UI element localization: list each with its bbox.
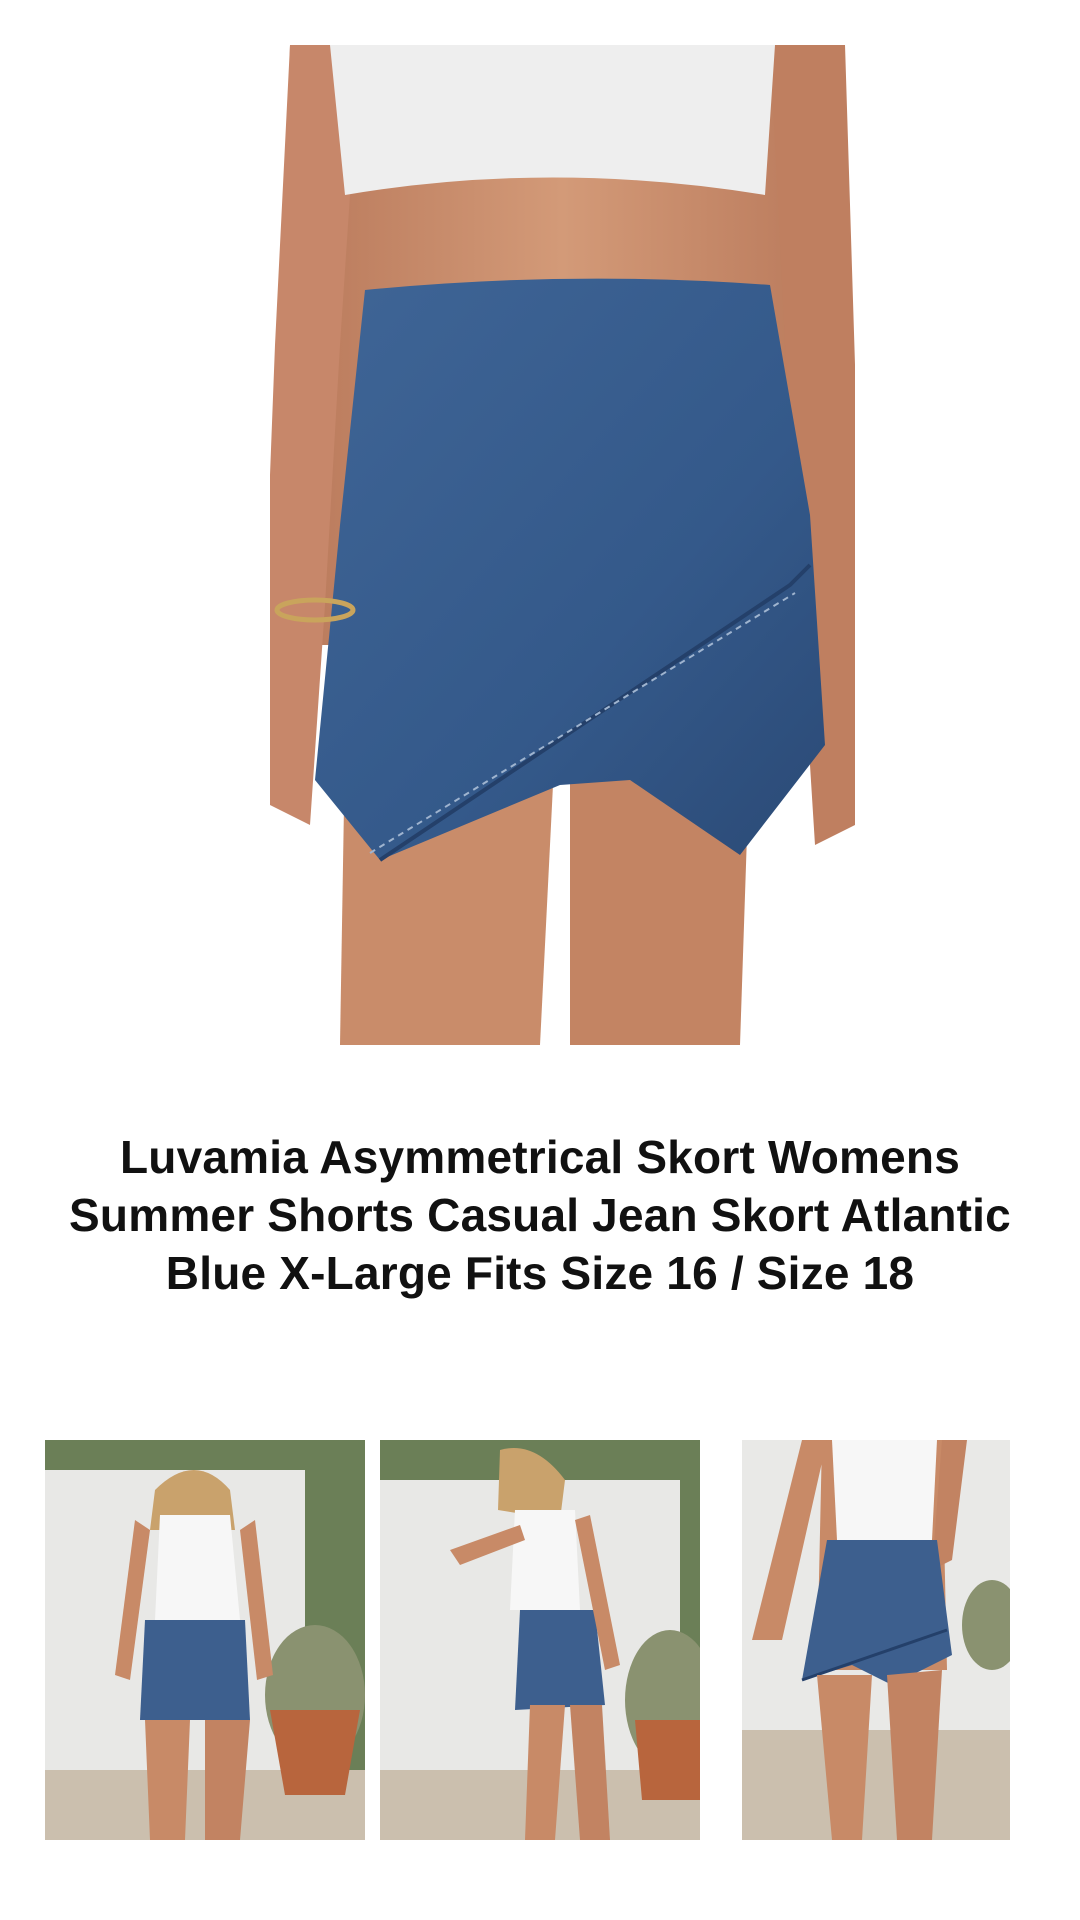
product-hero-image[interactable] (270, 45, 855, 1045)
thumbnail-gallery (0, 1440, 1080, 1840)
thumbnail-side-view[interactable] (380, 1440, 700, 1840)
product-page: Luvamia Asymmetrical Skort Womens Summer… (0, 0, 1080, 1920)
product-photo (270, 45, 855, 1045)
thumbnail-photo (380, 1440, 700, 1840)
thumbnail-front-closeup[interactable] (742, 1440, 1010, 1840)
thumbnail-photo (45, 1440, 365, 1840)
thumbnail-photo (742, 1440, 1010, 1840)
product-title: Luvamia Asymmetrical Skort Womens Summer… (69, 1131, 1011, 1299)
thumbnail-back-view[interactable] (45, 1440, 365, 1840)
